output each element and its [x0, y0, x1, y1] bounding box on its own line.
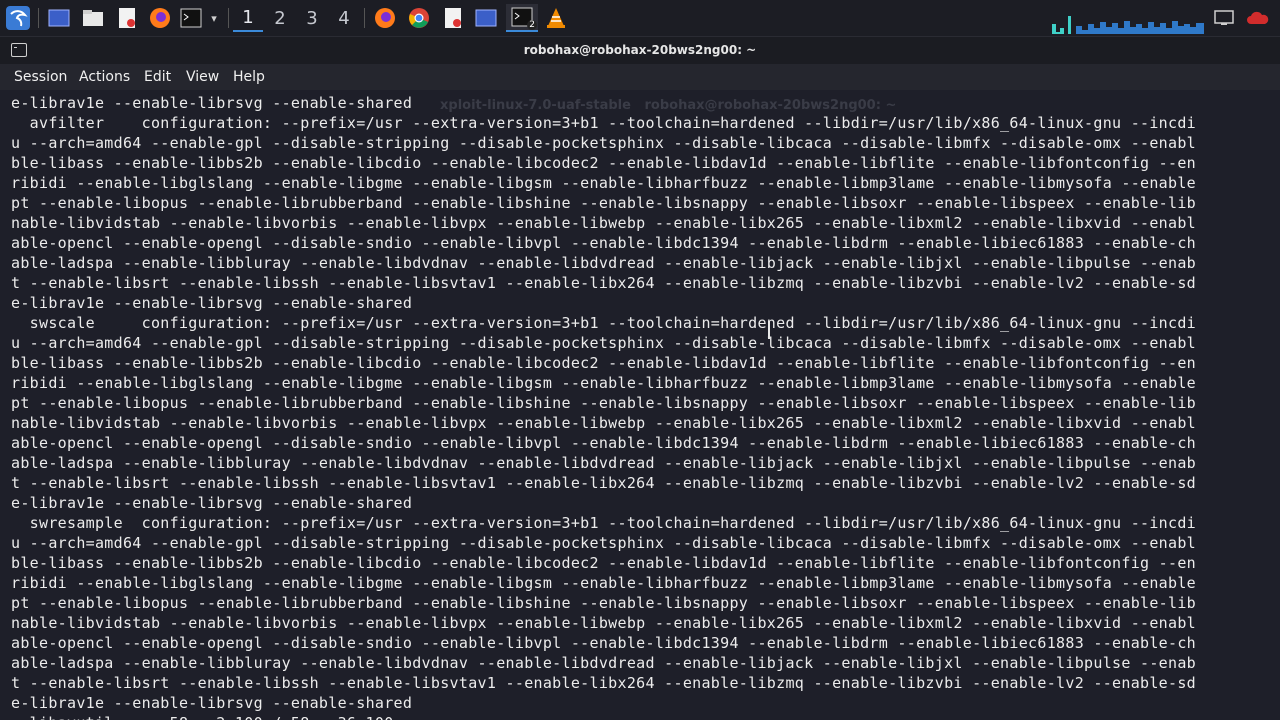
terminal-line: e-librav1e --enable-librsvg --enable-sha… [11, 94, 413, 112]
terminal-icon[interactable] [178, 4, 204, 32]
taskbar-separator [364, 8, 365, 28]
terminal-line: u --arch=amd64 --enable-gpl --disable-st… [11, 534, 1197, 552]
firefox-icon[interactable] [147, 4, 173, 32]
screen-icon[interactable] [1212, 4, 1236, 32]
taskbar-separator [228, 8, 229, 28]
terminal-line: libavutil 58. 2.100 / 58. 36.100 [11, 713, 1196, 720]
kali-menu-icon[interactable] [4, 4, 32, 32]
terminal-line: ribidi --enable-libglslang --enable-libg… [11, 574, 1197, 592]
cloud-icon[interactable] [1244, 4, 1272, 32]
terminal-line: t --enable-libsrt --enable-libssh --enab… [11, 274, 1197, 292]
terminal-line: swscale configuration: --prefix=/usr --e… [11, 314, 1197, 332]
menu-edit[interactable]: Edit [144, 69, 171, 85]
terminal-line: e-librav1e --enable-librsvg --enable-sha… [11, 294, 413, 312]
menu-actions[interactable]: Actions [79, 69, 130, 85]
window-titlebar[interactable]: robohax@robohax-20bws2ng00: ~ [0, 37, 1280, 64]
terminal-line: pt --enable-libopus --enable-librubberba… [11, 394, 1197, 412]
firefox-icon[interactable] [372, 4, 398, 32]
window-count-badge: 2 [527, 20, 537, 30]
terminal-line: ble-libass --enable-libbs2b --enable-lib… [11, 154, 1197, 172]
workspace-2[interactable]: 2 [265, 4, 295, 32]
terminal-line: ble-libass --enable-libbs2b --enable-lib… [11, 554, 1197, 572]
workspace-3[interactable]: 3 [297, 4, 327, 32]
terminal-window-button[interactable]: 2 [506, 4, 538, 32]
text-editor-icon[interactable] [440, 4, 466, 32]
terminal-line: able-ladspa --enable-libbluray --enable-… [11, 654, 1197, 672]
terminal-line: ble-libass --enable-libbs2b --enable-lib… [11, 354, 1197, 372]
terminal-line: nable-libvidstab --enable-libvorbis --en… [11, 414, 1197, 432]
terminal-output[interactable]: xploit-linux-7.0-uaf-stable robohax@robo… [0, 90, 1280, 720]
vlc-icon[interactable] [544, 4, 568, 32]
terminal-line: nable-libvidstab --enable-libvorbis --en… [11, 614, 1197, 632]
desktop-icon[interactable] [46, 4, 72, 32]
terminal-lines: e-librav1e --enable-librsvg --enable-sha… [11, 93, 1196, 720]
terminal-line: avfilter configuration: --prefix=/usr --… [11, 114, 1197, 132]
taskbar: ▾ 1 2 3 4 2 [0, 0, 1280, 37]
text-cursor [768, 321, 770, 339]
terminal-line: able-opencl --enable-opengl --disable-sn… [11, 234, 1197, 252]
terminal-line: t --enable-libsrt --enable-libssh --enab… [11, 674, 1197, 692]
files-icon[interactable] [80, 4, 106, 32]
workspace-4[interactable]: 4 [329, 4, 359, 32]
menu-view[interactable]: View [186, 69, 219, 85]
menu-bar: Session Actions Edit View Help [0, 64, 1280, 90]
menu-session[interactable]: Session [14, 69, 67, 85]
terminal-line: swresample configuration: --prefix=/usr … [11, 514, 1197, 532]
desktop-icon[interactable] [473, 4, 499, 32]
chevron-down-icon[interactable]: ▾ [206, 4, 222, 32]
terminal-line: t --enable-libsrt --enable-libssh --enab… [11, 474, 1197, 492]
terminal-line: able-ladspa --enable-libbluray --enable-… [11, 254, 1197, 272]
chrome-icon[interactable] [406, 4, 432, 32]
terminal-line: pt --enable-libopus --enable-librubberba… [11, 594, 1197, 612]
text-editor-icon[interactable] [114, 4, 140, 32]
terminal-line: nable-libvidstab --enable-libvorbis --en… [11, 214, 1197, 232]
taskbar-separator [38, 8, 39, 28]
terminal-line: u --arch=amd64 --enable-gpl --disable-st… [11, 134, 1197, 152]
window-title: robohax@robohax-20bws2ng00: ~ [523, 43, 757, 57]
terminal-line: able-opencl --enable-opengl --disable-sn… [11, 634, 1197, 652]
terminal-line: u --arch=amd64 --enable-gpl --disable-st… [11, 334, 1197, 352]
workspace-1[interactable]: 1 [233, 4, 263, 32]
cpu-monitor-graph [1052, 16, 1204, 34]
terminal-line: pt --enable-libopus --enable-librubberba… [11, 194, 1197, 212]
terminal-line: e-librav1e --enable-librsvg --enable-sha… [11, 694, 413, 712]
terminal-line: ribidi --enable-libglslang --enable-libg… [11, 374, 1197, 392]
terminal-line: e-librav1e --enable-librsvg --enable-sha… [11, 494, 413, 512]
terminal-line: able-opencl --enable-opengl --disable-sn… [11, 434, 1197, 452]
menu-help[interactable]: Help [233, 69, 265, 85]
terminal-line: ribidi --enable-libglslang --enable-libg… [11, 174, 1197, 192]
terminal-line: able-ladspa --enable-libbluray --enable-… [11, 454, 1197, 472]
